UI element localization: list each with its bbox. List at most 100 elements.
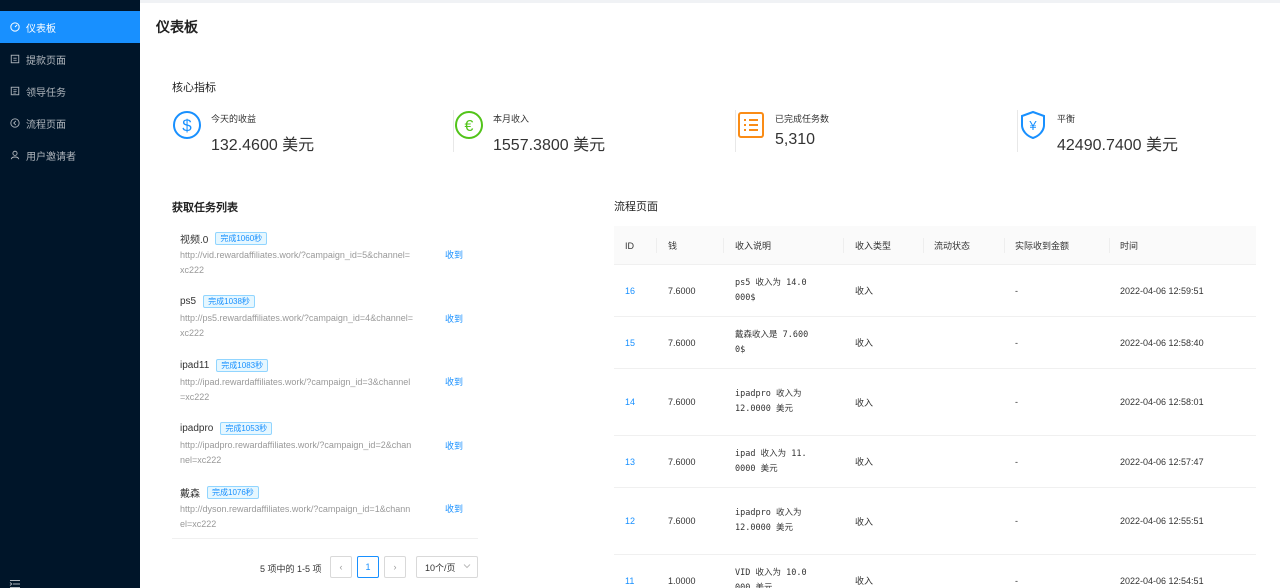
page-size-select[interactable]: 10个/页 [416,556,478,578]
table-row: 16 7.6000 ps5 收入为 14.0000$ 收入 - 2022-04-… [614,265,1256,317]
column-header: 收入说明 [735,241,772,251]
row-description: ipad 收入为 11.0000 美元 [735,448,807,474]
receive-button[interactable]: 收到 [445,248,463,261]
stat-balance: ¥ 平衡 42490.7400 美元 [1018,108,1280,154]
row-actual: - [1015,456,1018,467]
sidebar-item-label: 提款页面 [26,55,66,67]
page-size-value: 10个/页 [425,562,456,573]
sidebar-nav: 仪表板 提款页面 领导任务 流程页面 用户邀请者 [0,11,140,171]
sidebar-item-user-inviter[interactable]: 用户邀请者 [0,139,140,171]
sidebar-item-flow[interactable]: 流程页面 [0,107,140,139]
row-money: 7.6000 [668,285,696,296]
row-id-link[interactable]: 12 [625,488,635,554]
row-type: 收入 [855,576,874,586]
column-header: 钱 [668,241,678,251]
task-name: 视频.0 [180,234,209,246]
menu-fold-icon[interactable] [9,576,21,588]
sidebar-item-withdraw[interactable]: 提款页面 [0,43,140,75]
row-time: 2022-04-06 12:54:51 [1120,575,1204,586]
task-icon [9,86,20,97]
column-separator [843,238,844,253]
column-header: ID [625,240,634,251]
row-type: 收入 [855,338,874,348]
flow-title: 流程页面 [614,201,658,213]
row-description: ipadpro 收入为 12.0000 美元 [735,508,802,533]
table-row: 11 1.0000 VID 收入为 10.0000 美元 收入 - 2022-0… [614,555,1256,588]
yen-shield-icon: ¥ [1018,110,1048,140]
task-name: 戴森 [180,488,200,500]
sidebar-item-label: 领导任务 [26,87,66,99]
pagination-page-button[interactable]: 1 [357,556,379,578]
row-actual: - [1015,575,1018,586]
list-item: 视频.0 完成1060秒 http://vid.rewardaffiliates.… [180,231,480,278]
row-money: 7.6000 [668,397,696,407]
sidebar-item-tasks[interactable]: 领导任务 [0,75,140,107]
column-header: 时间 [1120,241,1139,251]
row-description: ps5 收入为 14.0000$ [735,277,807,303]
table-row: 14 7.6000 ipadpro 收入为 12.0000 美元 收入 - 20… [614,369,1256,436]
task-tag: 完成1053秒 [220,421,273,435]
row-id-link[interactable]: 11 [625,555,634,588]
column-header: 流动状态 [934,241,971,251]
task-tag: 完成1083秒 [216,358,269,372]
row-actual: - [1015,516,1018,526]
row-id-link[interactable]: 14 [625,369,635,435]
row-type: 收入 [855,516,874,527]
task-name: ps5 [180,295,197,307]
row-description: VID 收入为 10.0000 美元 [735,567,807,588]
stat-completed-tasks: 已完成任务数 5,310 [736,108,1018,152]
row-id-link[interactable]: 16 [625,265,635,316]
svg-text:€: € [465,118,474,135]
row-time: 2022-04-06 12:57:47 [1120,456,1204,467]
main-content: 仪表板 核心指标 $ 今天的收益 132.4600 美元 € 本月收入 1557… [140,0,1280,588]
stat-month-income: € 本月收入 1557.3800 美元 [454,108,736,154]
task-url: http://ipad.rewardaffiliates.work/?campa… [180,377,411,402]
row-description: 戴森收入是 7.6000$ [735,329,809,355]
chevron-down-icon [463,562,471,571]
task-name: ipadpro [180,422,214,434]
sidebar-item-dashboard[interactable]: 仪表板 [0,11,140,43]
task-tag: 完成1038秒 [203,294,255,308]
stat-label: 平衡 [1057,114,1076,124]
row-money: 7.6000 [668,456,696,467]
row-money: 7.6000 [668,337,696,348]
row-type: 收入 [855,286,874,296]
task-url: http://vid.rewardaffiliates.work/?campai… [180,250,410,275]
task-url: http://dyson.rewardaffiliates.work/?camp… [180,504,411,529]
row-actual: - [1015,337,1018,348]
svg-text:¥: ¥ [1028,118,1037,133]
column-header: 收入类型 [855,241,892,251]
task-tag: 完成1076秒 [207,485,259,499]
pagination-next-button[interactable]: › [384,556,406,578]
row-id-link[interactable]: 15 [625,317,635,368]
euro-icon: € [454,110,484,140]
column-separator [656,238,657,253]
svg-text:$: $ [182,116,192,135]
page-title: 仪表板 [156,19,198,35]
row-time: 2022-04-06 12:58:01 [1120,397,1204,407]
column-separator [723,238,724,253]
dollar-icon: $ [172,110,202,140]
table-row: 13 7.6000 ipad 收入为 11.0000 美元 收入 - 2022-… [614,436,1256,488]
stat-label: 本月收入 [493,114,530,124]
stat-value: 42490.7400 美元 [1057,137,1178,154]
row-id-link[interactable]: 13 [625,436,635,487]
receive-button[interactable]: 收到 [445,439,463,452]
pagination-total: 5 项中的 1-5 项 [260,564,322,574]
pagination-prev-button[interactable]: ‹ [330,556,352,578]
stats-title: 核心指标 [172,82,216,94]
stat-value: 5,310 [775,131,816,148]
receive-button[interactable]: 收到 [445,502,463,515]
receive-button[interactable]: 收到 [445,312,463,325]
column-separator [1004,238,1005,253]
receive-button[interactable]: 收到 [445,375,463,388]
stat-value: 1557.3800 美元 [493,137,606,154]
chevron-left-icon: ‹ [339,562,343,572]
sidebar: 仪表板 提款页面 领导任务 流程页面 用户邀请者 [0,0,140,588]
user-icon [9,150,20,161]
row-description: ipadpro 收入为 12.0000 美元 [735,389,802,414]
column-header: 实际收到金额 [1015,241,1070,251]
sidebar-item-label: 用户邀请者 [26,151,76,163]
stat-label: 已完成任务数 [775,114,830,124]
list-item: ipad11 完成1083秒 http://ipad.rewardaffiliat… [180,358,480,405]
